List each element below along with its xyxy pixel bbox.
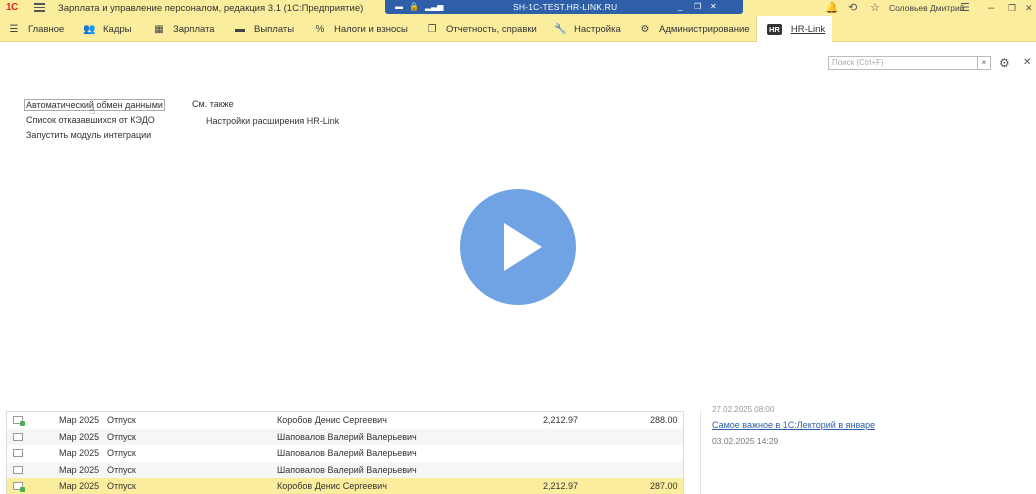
- cell-type: Отпуск: [107, 448, 136, 458]
- menu-item-reports[interactable]: ❐ Отчетность, справки: [426, 16, 537, 42]
- cell-period: Мар 2025: [59, 415, 100, 425]
- calculator-icon: ▦: [154, 23, 164, 35]
- menu-item-label: Отчетность, справки: [446, 23, 537, 35]
- signal-icon: ▂▃▅: [425, 2, 444, 11]
- document-icon: [13, 465, 23, 474]
- menu-item-label: Кадры: [103, 23, 132, 35]
- search-input[interactable]: Поиск (Ctrl+F): [828, 56, 978, 70]
- menu-item-staff[interactable]: 👥 Кадры: [83, 16, 131, 42]
- cell-employee: Коробов Денис Сергеевич: [277, 415, 387, 425]
- cell-amount: 2,212.97: [543, 481, 579, 491]
- bell-icon[interactable]: 🔔: [825, 1, 839, 15]
- restore-icon[interactable]: ❐: [694, 2, 701, 12]
- settings-menu-icon[interactable]: ☰: [960, 1, 970, 15]
- menu-item-label: HR-Link: [790, 23, 826, 35]
- table-row[interactable]: Мар 2025 Отпуск Шаповалов Валерий Валерь…: [7, 428, 683, 445]
- table-row[interactable]: Мар 2025 Отпуск Шаповалов Валерий Валерь…: [7, 445, 683, 462]
- percent-icon: %: [315, 23, 325, 35]
- people-icon: 👥: [83, 23, 96, 35]
- document-icon: [13, 432, 23, 441]
- lock-icon: 🔒: [409, 2, 419, 11]
- cell-type: Отпуск: [107, 481, 136, 491]
- link-hr-link-settings[interactable]: Настройки расширения HR-Link: [206, 116, 339, 126]
- table-row[interactable]: Мар 2025 Отпуск Коробов Денис Сергеевич …: [7, 412, 683, 429]
- document-posted-icon: [13, 482, 25, 492]
- cell-period: Мар 2025: [59, 448, 100, 458]
- window-close-icon[interactable]: ✕: [1025, 1, 1033, 15]
- cell-employee: Шаповалов Валерий Валерьевич: [277, 431, 417, 442]
- close-icon[interactable]: ✕: [710, 2, 717, 12]
- table-row[interactable]: Мар 2025 Отпуск Шаповалов Валерий Валерь…: [7, 461, 683, 478]
- remote-host: SH-1C-TEST.HR-LINK.RU: [513, 2, 618, 12]
- cell-employee: Шаповалов Валерий Валерьевич: [277, 448, 417, 458]
- table-row-selected[interactable]: Мар 2025 Отпуск Коробов Денис Сергеевич …: [7, 478, 683, 494]
- burger-icon: ☰: [9, 23, 19, 35]
- reports-icon: ❐: [427, 23, 437, 35]
- menu-item-payments[interactable]: ▬ Выплаты: [234, 16, 294, 42]
- main-menu: ☰ Главное 👥 Кадры ▦ Зарплата ▬ Выплаты %…: [0, 16, 1036, 42]
- menu-item-label: Настройка: [574, 23, 621, 35]
- history-icon[interactable]: ⟲: [848, 1, 857, 15]
- menu-item-label: Главное: [28, 23, 65, 35]
- menu-item-salary[interactable]: ▦ Зарплата: [153, 16, 215, 42]
- link-run-integration[interactable]: Запустить модуль интеграции: [26, 130, 151, 140]
- panel-settings-icon[interactable]: ⚙: [999, 56, 1010, 70]
- cell-type: Отпуск: [107, 431, 136, 442]
- remote-connection-bar: ▬ 🔒 ▂▃▅ SH-1C-TEST.HR-LINK.RU _ ❐ ✕: [385, 0, 743, 14]
- cell-type: Отпуск: [107, 464, 136, 475]
- window-minimize-icon[interactable]: –: [988, 1, 994, 15]
- document-icon: [13, 449, 23, 457]
- cell-employee: Коробов Денис Сергеевич: [277, 481, 387, 491]
- menu-item-label: Зарплата: [173, 23, 215, 35]
- mouse-cursor-icon: ☝: [89, 106, 96, 117]
- cell-period: Мар 2025: [59, 431, 100, 442]
- pin-icon[interactable]: ▬: [395, 2, 403, 12]
- menu-item-taxes[interactable]: % Налоги и взносы: [314, 16, 408, 42]
- cell-period: Мар 2025: [59, 464, 100, 475]
- wallet-icon: ▬: [235, 23, 245, 35]
- app-menu-icon[interactable]: [34, 3, 45, 12]
- wrench-icon: 🔧: [554, 23, 567, 35]
- close-panel-icon[interactable]: ✕: [1023, 57, 1031, 68]
- cell-amount: 2,212.97: [543, 415, 579, 425]
- menu-item-label: Администрирование: [659, 23, 750, 35]
- menu-item-label: Налоги и взносы: [334, 23, 408, 35]
- star-icon[interactable]: ☆: [870, 1, 880, 15]
- document-posted-icon: [13, 416, 25, 426]
- news-date: 03.02.2025 14:29: [712, 436, 779, 446]
- cell-tax: 288.00: [650, 415, 678, 425]
- news-divider: [700, 411, 701, 494]
- window-restore-icon[interactable]: ❐: [1008, 1, 1016, 15]
- menu-item-administration[interactable]: ⚙ Администрирование: [639, 16, 750, 42]
- gear-icon: ⚙: [640, 23, 650, 35]
- cell-period: Мар 2025: [59, 481, 100, 491]
- menu-item-main[interactable]: ☰ Главное: [8, 16, 65, 42]
- minimize-icon[interactable]: _: [678, 2, 682, 12]
- title-bar: 1С Зарплата и управление персоналом, ред…: [0, 0, 1036, 16]
- cell-tax: 287.00: [650, 481, 678, 491]
- news-date-top: 27.02.2025 08:00: [712, 405, 775, 414]
- play-icon: [504, 223, 542, 271]
- 1c-logo: 1С: [6, 2, 18, 13]
- cell-type: Отпуск: [107, 415, 136, 425]
- cell-employee: Шаповалов Валерий Валерьевич: [277, 464, 417, 475]
- documents-table: Мар 2025 Отпуск Коробов Денис Сергеевич …: [6, 411, 684, 494]
- menu-item-settings[interactable]: 🔧 Настройка: [554, 16, 621, 42]
- app-title: Зарплата и управление персоналом, редакц…: [58, 3, 364, 14]
- menu-item-hr-link[interactable]: HR HR-Link: [756, 16, 832, 42]
- user-name[interactable]: Соловьев Дмитрий: [889, 3, 964, 13]
- play-button[interactable]: [460, 189, 576, 305]
- see-also-title: См. также: [192, 99, 234, 109]
- search-clear-button[interactable]: ×: [977, 56, 991, 70]
- menu-item-label: Выплаты: [254, 23, 295, 35]
- hr-link-logo-icon: HR: [767, 23, 782, 35]
- news-link[interactable]: Самое важное в 1С:Лекторий в январе: [712, 420, 875, 430]
